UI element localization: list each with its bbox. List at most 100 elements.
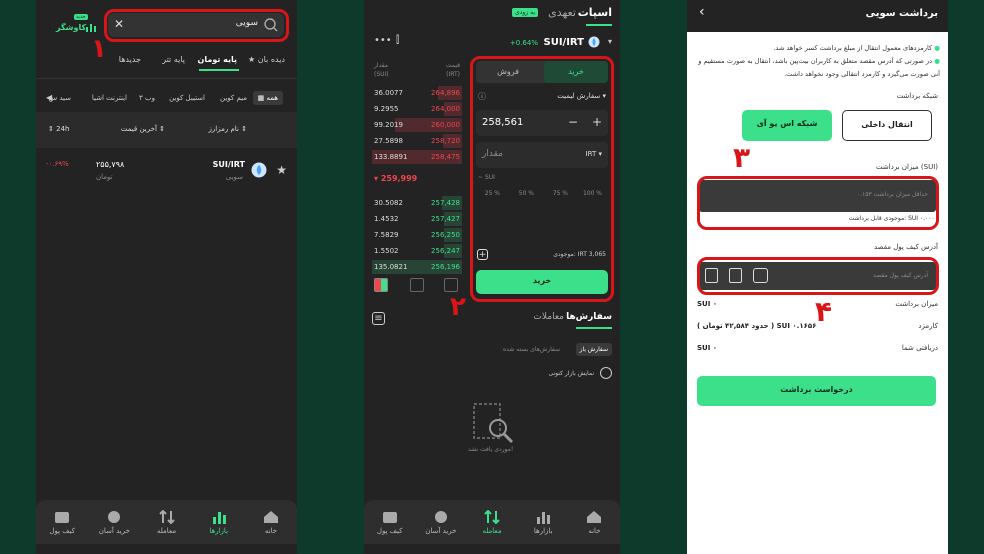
bid-price: 257,428 [431, 199, 460, 207]
chevron-down-icon[interactable]: ▾ [608, 37, 612, 46]
header: برداشت سویی ‹ [687, 0, 948, 32]
nav-wallet[interactable]: کیف پول [37, 510, 87, 535]
tab-tether[interactable]: پایه تتر [162, 55, 185, 64]
nav-easy-buy[interactable]: خرید آسان [89, 510, 139, 535]
bid-price: 257,427 [431, 215, 460, 223]
annotation-box-2 [470, 56, 614, 302]
candles-icon[interactable]: ⫿ [396, 35, 399, 46]
col-amount-unit: (SUI) [374, 71, 389, 78]
col-price-label: قیمت [445, 62, 460, 69]
bid-row[interactable]: 1.4532 257,427 [372, 212, 462, 226]
nav-home[interactable]: خانه [246, 510, 296, 535]
last-price-value: 259,999 [380, 174, 418, 183]
tab-trades[interactable]: معاملات [533, 312, 564, 322]
more-icon[interactable]: ••• [374, 35, 392, 46]
summary-value: ( حدود ۴۲,۵۸۴ تومان ) SUI ۰.۱۶۵۶ [697, 322, 817, 330]
layout-icon-3[interactable] [444, 278, 458, 292]
ask-amount: 36.0077 [374, 89, 403, 97]
ask-row[interactable]: 36.0077 264,896 [372, 86, 462, 100]
bid-row[interactable]: 30.5082 257,428 [372, 196, 462, 210]
coin-name: سویی [225, 173, 243, 181]
bid-amount: 7.5829 [374, 231, 399, 239]
chip-all[interactable]: ▦ همه [252, 91, 283, 105]
chevron-left-icon[interactable]: ◀ [46, 93, 52, 102]
back-icon[interactable]: ‹ [699, 4, 705, 20]
layout-icon-1[interactable] [374, 278, 388, 292]
annotation-number-3: ۳ [733, 141, 751, 174]
list-item[interactable]: ★ SUI/IRT سویی ۲۵۵,۷۹۸ تومان -۰.۶۹% [36, 155, 297, 187]
bullet-icon: ● [934, 44, 940, 52]
coin-pair: SUI/IRT [212, 160, 245, 169]
annotation-box-4 [697, 257, 939, 295]
nav-trade[interactable]: معامله [467, 509, 517, 535]
chip-meme[interactable]: میم کوین [220, 94, 247, 102]
net-sui-label: شبکه اس یو آی [756, 119, 818, 128]
nav-markets[interactable]: بازارها [518, 510, 568, 535]
col-amount-label: مقدار [374, 62, 388, 69]
explorer-logo[interactable]: جدید کاوشگر [54, 14, 108, 36]
chip-web3[interactable]: وب ۳ [139, 94, 155, 102]
nav-wallet[interactable]: کیف پول [365, 510, 415, 535]
submit-button[interactable]: درخواست برداشت [697, 376, 936, 406]
tab-orders[interactable]: سفارش‌ها [566, 312, 612, 322]
notes: ● کارمزدهای معمول انتقال از مبلغ برداشت … [695, 42, 940, 81]
note-item: ● در صورتی که آدرس مقصد متعلق به کاربران… [695, 55, 940, 81]
tab-margin[interactable]: تعهدی [548, 6, 576, 19]
chip-iot[interactable]: اینترنت اشیا [92, 94, 127, 102]
col-price-label: آخرین قیمت [120, 125, 157, 133]
amount-label: میزان برداشت (SUI) [876, 163, 938, 171]
net-sui-button[interactable]: شبکه اس یو آی [742, 110, 832, 141]
star-icon[interactable]: ★ [276, 163, 287, 177]
nav-markets[interactable]: بازارها [194, 510, 244, 535]
tab-new[interactable]: جدیدها [119, 55, 141, 64]
nav-home[interactable]: خانه [569, 510, 619, 535]
soon-badge: به زودی [512, 8, 538, 17]
chip-stable[interactable]: استیبل کوین [169, 94, 205, 102]
tab-spot[interactable]: اسپات [578, 6, 612, 19]
summary-row: میزان برداشت SUI ۰ [697, 300, 938, 314]
last-price[interactable]: ▾ 259,999 [374, 174, 417, 183]
home-icon [587, 510, 602, 523]
bid-price: 256,250 [431, 231, 460, 239]
net-internal-button[interactable]: انتقال داخلی [842, 110, 932, 141]
tab-watchlist[interactable]: ★ دیده بان [248, 55, 285, 64]
col-price[interactable]: آخرین قیمت ⇕ [121, 125, 165, 133]
bid-row[interactable]: 1.5502 256,247 [372, 244, 462, 258]
ask-row[interactable]: 133.8891 258,475 [372, 150, 462, 164]
nav-home-label: خانه [588, 526, 601, 535]
col-name[interactable]: نام رمزارز ⇕ [209, 125, 247, 133]
star-icon: ★ [248, 55, 256, 64]
nav-easy-buy[interactable]: خرید آسان [416, 510, 466, 535]
trade-arrows-icon [158, 509, 175, 524]
pair-title[interactable]: SUI/IRT [544, 37, 585, 48]
withdraw-screen: برداشت سویی ‹ ● کارمزدهای معمول انتقال ا… [687, 0, 948, 554]
tab-bar: ★ دیده بان پایه تومان پایه تتر جدیدها [36, 52, 297, 72]
show-current-radio[interactable] [600, 367, 612, 379]
ask-amount: 133.8891 [374, 153, 408, 161]
nav-trade[interactable]: معامله [142, 509, 192, 535]
asks-list: 36.0077 264,896 9.2955 264,000 99.2019 260,00… [372, 86, 462, 166]
ask-row[interactable]: 27.5898 258,720 [372, 134, 462, 148]
col-24h[interactable]: ⇕ 24h [48, 125, 69, 133]
category-chips: ▦ همه میم کوین استیبل کوین وب ۳ اینترنت … [36, 91, 297, 107]
ask-amount: 9.2955 [374, 105, 399, 113]
bid-amount: 135.0821 [374, 263, 408, 271]
sort-icon: ⇕ [48, 125, 54, 133]
nav-trade-label: معامله [482, 526, 502, 535]
layout-icon-2[interactable] [410, 278, 424, 292]
coin-icon [108, 510, 121, 523]
ask-row[interactable]: 9.2955 264,000 [372, 102, 462, 116]
bottom-nav: خانه بازارها معامله خرید آسان کیف پول [36, 500, 297, 544]
bid-amount: 1.4532 [374, 215, 399, 223]
document-icon[interactable]: ≡ [372, 312, 385, 325]
bid-row[interactable]: 7.5829 256,250 [372, 228, 462, 242]
trade-screen: اسپات تعهدی به زودی ▾ SUI/IRT +0.64% ⫿ •… [364, 0, 620, 554]
bar-chart-icon [212, 511, 226, 524]
network-label: شبکه برداشت [896, 92, 938, 100]
ask-row[interactable]: 99.2019 260,000 [372, 118, 462, 132]
tab-toman[interactable]: پایه تومان [198, 55, 237, 64]
bid-row[interactable]: 135.0821 256,196 [372, 260, 462, 274]
coin-price: ۲۵۵,۷۹۸ [96, 160, 125, 169]
open-orders-chip[interactable]: سفارش باز [575, 343, 612, 356]
closed-orders-chip[interactable]: سفارش‌های بسته شده [503, 346, 560, 353]
